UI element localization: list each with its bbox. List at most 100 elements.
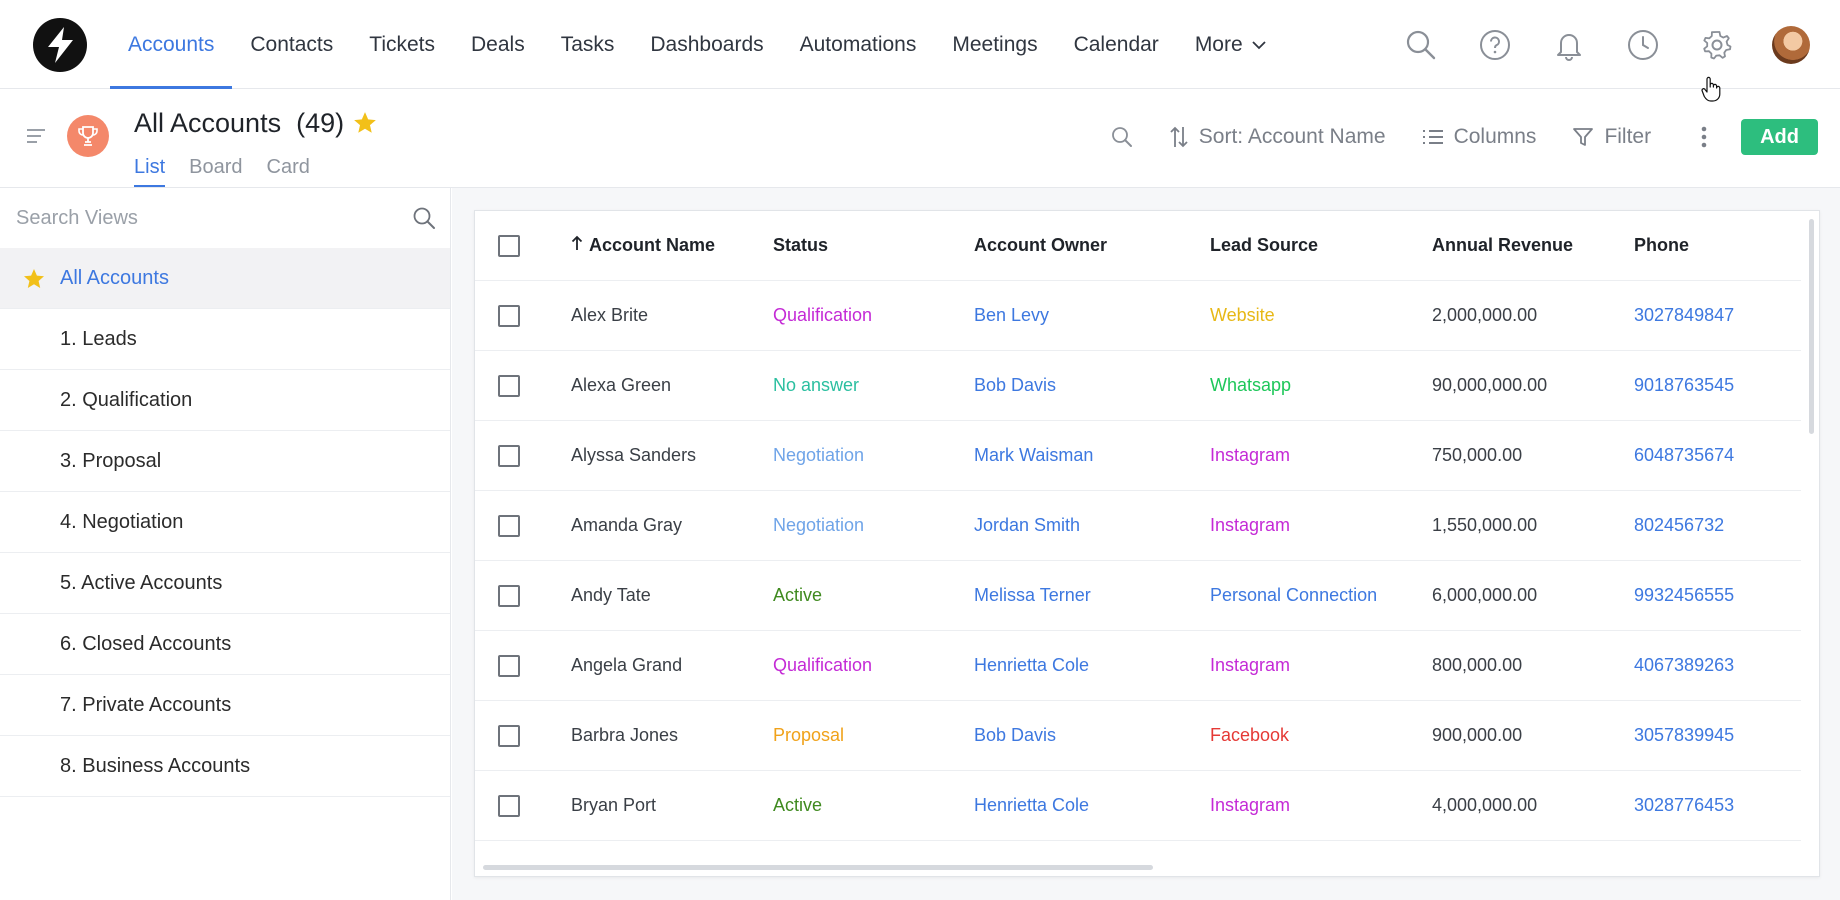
account-name-cell[interactable]: Andy Tate xyxy=(571,585,773,606)
row-select-cell xyxy=(475,374,571,397)
nav-dashboards[interactable]: Dashboards xyxy=(632,0,781,89)
nav-contacts[interactable]: Contacts xyxy=(232,0,351,89)
lead-source-cell: Instagram xyxy=(1210,655,1291,675)
nav-deals[interactable]: Deals xyxy=(453,0,543,89)
avatar[interactable] xyxy=(1772,25,1810,64)
account-name-cell[interactable]: Angela Grand xyxy=(571,655,773,676)
column-header-status[interactable]: Status xyxy=(773,235,974,256)
view-active-accounts[interactable]: 5. Active Accounts xyxy=(0,553,450,614)
bell-icon[interactable] xyxy=(1532,0,1606,89)
table-row[interactable]: Alyssa Sanders Negotiation Mark Waisman Ins… xyxy=(475,421,1801,491)
account-name-cell[interactable]: Alexa Green xyxy=(571,375,773,396)
view-leads[interactable]: 1. Leads xyxy=(0,309,450,370)
phone-cell[interactable]: 9932456555 xyxy=(1634,585,1794,606)
lead-source-cell: Instagram xyxy=(1210,515,1291,535)
table-search-button[interactable] xyxy=(1111,126,1133,148)
column-header-lead-source[interactable]: Lead Source xyxy=(1210,235,1432,256)
column-header-account-owner[interactable]: Account Owner xyxy=(974,235,1210,256)
tab-board[interactable]: Board xyxy=(189,156,242,187)
view-proposal[interactable]: 3. Proposal xyxy=(0,431,450,492)
sort-button[interactable]: Sort: Account Name xyxy=(1169,125,1386,149)
table-row[interactable]: Amanda Gray Negotiation Jordan Smith Instag… xyxy=(475,491,1801,561)
nav-tasks[interactable]: Tasks xyxy=(543,0,633,89)
row-checkbox[interactable] xyxy=(498,444,520,467)
phone-cell[interactable]: 3027849847 xyxy=(1634,305,1794,326)
phone-cell[interactable]: 3057839945 xyxy=(1634,725,1794,746)
view-negotiation[interactable]: 4. Negotiation xyxy=(0,492,450,553)
phone-cell[interactable]: 4067389263 xyxy=(1634,655,1794,676)
search-icon xyxy=(1111,127,1132,147)
row-checkbox[interactable] xyxy=(498,724,520,747)
favorite-star-icon[interactable] xyxy=(352,110,378,141)
account-name-cell[interactable]: Barbra Jones xyxy=(571,725,773,746)
columns-button[interactable]: Columns xyxy=(1422,125,1536,149)
lead-source-cell: Website xyxy=(1210,305,1275,325)
status-cell: Active xyxy=(773,585,823,605)
more-options-button[interactable] xyxy=(1701,126,1707,148)
phone-cell[interactable]: 3028776453 xyxy=(1634,795,1794,816)
phone-cell[interactable]: 802456732 xyxy=(1634,515,1794,536)
row-checkbox[interactable] xyxy=(498,794,520,817)
account-owner-cell[interactable]: Melissa Terner xyxy=(974,585,1210,606)
account-name-cell[interactable]: Amanda Gray xyxy=(571,515,773,536)
annual-revenue-cell: 1,550,000.00 xyxy=(1432,515,1538,535)
account-owner-cell[interactable]: Henrietta Cole xyxy=(974,655,1210,676)
search-views-input[interactable] xyxy=(16,206,396,230)
table-row[interactable]: Alexa Green No answer Bob Davis Whatsapp 90,… xyxy=(475,351,1801,421)
table-row[interactable]: Bryan Port Active Henrietta Cole Instagram 4… xyxy=(475,771,1801,841)
nav-calendar[interactable]: Calendar xyxy=(1056,0,1177,89)
nav-tickets[interactable]: Tickets xyxy=(351,0,453,89)
column-header-phone[interactable]: Phone xyxy=(1634,235,1794,256)
view-business-accounts[interactable]: 8. Business Accounts xyxy=(0,736,450,797)
filter-button[interactable]: Filter xyxy=(1572,125,1651,149)
views-sidebar: All Accounts 1. Leads 2. Qualification 3… xyxy=(0,188,451,900)
row-checkbox[interactable] xyxy=(498,304,520,327)
vertical-scrollbar[interactable] xyxy=(1809,219,1814,434)
account-name-cell[interactable]: Alex Brite xyxy=(571,305,773,326)
search-icon[interactable] xyxy=(412,206,436,230)
account-owner-cell[interactable]: Bob Davis xyxy=(974,375,1210,396)
status-cell: Proposal xyxy=(773,725,845,745)
account-name-cell[interactable]: Alyssa Sanders xyxy=(571,445,773,466)
account-owner-cell[interactable]: Bob Davis xyxy=(974,725,1210,746)
trophy-icon xyxy=(67,115,109,157)
menu-toggle-icon[interactable] xyxy=(26,128,46,149)
view-qualification[interactable]: 2. Qualification xyxy=(0,370,450,431)
account-name-cell[interactable]: Bryan Port xyxy=(571,795,773,816)
app-logo[interactable] xyxy=(33,18,87,72)
nav-automations[interactable]: Automations xyxy=(782,0,935,89)
tab-card[interactable]: Card xyxy=(267,156,310,187)
horizontal-scrollbar[interactable] xyxy=(483,865,1153,870)
column-header-account-name[interactable]: Account Name xyxy=(571,235,773,256)
nav-more-button[interactable]: More xyxy=(1177,0,1285,89)
row-checkbox[interactable] xyxy=(498,584,520,607)
table-row[interactable]: Angela Grand Qualification Henrietta Cole I… xyxy=(475,631,1801,701)
annual-revenue-cell: 90,000,000.00 xyxy=(1432,375,1548,395)
clock-icon[interactable] xyxy=(1606,0,1680,89)
row-checkbox[interactable] xyxy=(498,374,520,397)
page-title-text: All Accounts xyxy=(134,108,282,138)
view-private-accounts[interactable]: 7. Private Accounts xyxy=(0,675,450,736)
phone-cell[interactable]: 6048735674 xyxy=(1634,445,1794,466)
tab-list[interactable]: List xyxy=(134,156,166,187)
add-button[interactable]: Add xyxy=(1741,119,1818,155)
account-owner-cell[interactable]: Ben Levy xyxy=(974,305,1210,326)
nav-accounts[interactable]: Accounts xyxy=(110,0,233,89)
view-closed-accounts[interactable]: 6. Closed Accounts xyxy=(0,614,450,675)
table-row[interactable]: Barbra Jones Proposal Bob Davis Facebook 900… xyxy=(475,701,1801,771)
search-icon[interactable] xyxy=(1384,0,1458,89)
column-header-annual-revenue[interactable]: Annual Revenue xyxy=(1432,235,1634,256)
phone-cell[interactable]: 9018763545 xyxy=(1634,375,1794,396)
view-all-accounts[interactable]: All Accounts xyxy=(0,248,450,309)
account-owner-cell[interactable]: Jordan Smith xyxy=(974,515,1210,536)
help-icon[interactable] xyxy=(1458,0,1532,89)
row-checkbox[interactable] xyxy=(498,514,520,537)
table-row[interactable]: Andy Tate Active Melissa Terner Personal Co… xyxy=(475,561,1801,631)
table-row[interactable]: Alex Brite Qualification Ben Levy Website 2,… xyxy=(475,281,1801,351)
status-cell: Qualification xyxy=(773,655,873,675)
nav-meetings[interactable]: Meetings xyxy=(934,0,1055,89)
row-checkbox[interactable] xyxy=(498,654,520,677)
account-owner-cell[interactable]: Mark Waisman xyxy=(974,445,1210,466)
select-all-checkbox[interactable] xyxy=(498,234,520,257)
account-owner-cell[interactable]: Henrietta Cole xyxy=(974,795,1210,816)
